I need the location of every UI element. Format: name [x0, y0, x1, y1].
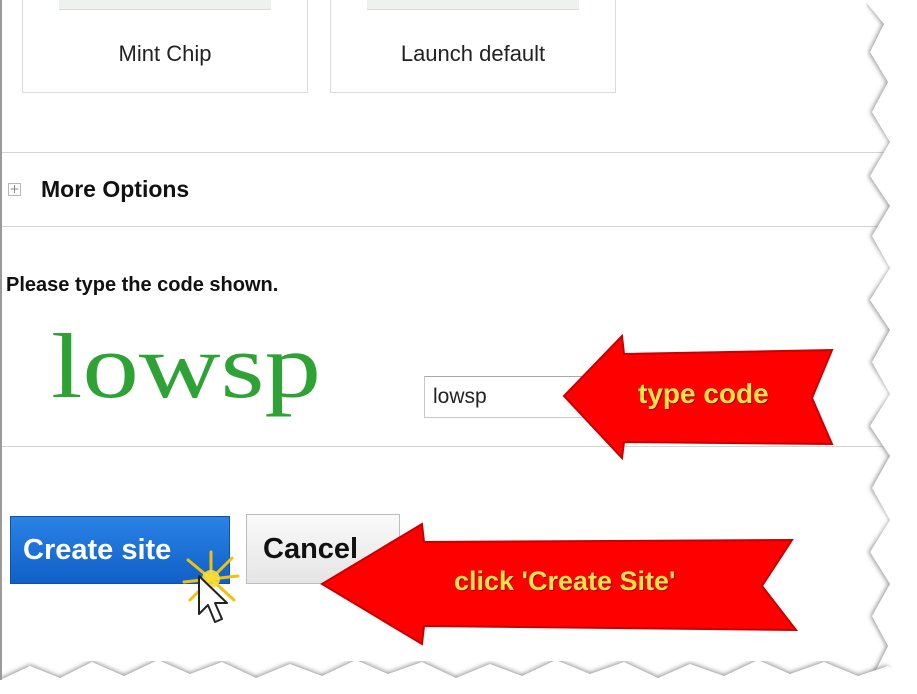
more-options-label: More Options [41, 175, 190, 202]
theme-label: Mint Chip [118, 41, 212, 66]
mouse-pointer-icon [198, 575, 228, 623]
click-create-callout: click 'Create Site' [318, 522, 800, 646]
theme-tile-mint-chip[interactable]: Mint Chip [22, 0, 308, 93]
captcha-prompt: Please type the code shown. [6, 274, 279, 296]
theme-label: Launch default [400, 41, 546, 66]
captcha-image: lowsp [51, 315, 321, 417]
type-code-callout: type code [560, 333, 840, 461]
section-divider [0, 226, 900, 227]
type-code-callout-text: type code [638, 378, 769, 409]
click-create-callout-text: click 'Create Site' [454, 566, 676, 596]
section-divider [0, 152, 900, 153]
plus-square-icon[interactable]: + [8, 182, 21, 196]
more-options-toggle[interactable]: + More Options [8, 174, 189, 204]
theme-tile-launch-default[interactable]: Launch default [330, 0, 616, 93]
theme-preview-strip [367, 0, 579, 10]
theme-preview-strip [59, 0, 271, 10]
captcha-text: lowsp [51, 315, 321, 417]
create-site-page: Mint Chip Launch default + More Options … [0, 0, 917, 694]
